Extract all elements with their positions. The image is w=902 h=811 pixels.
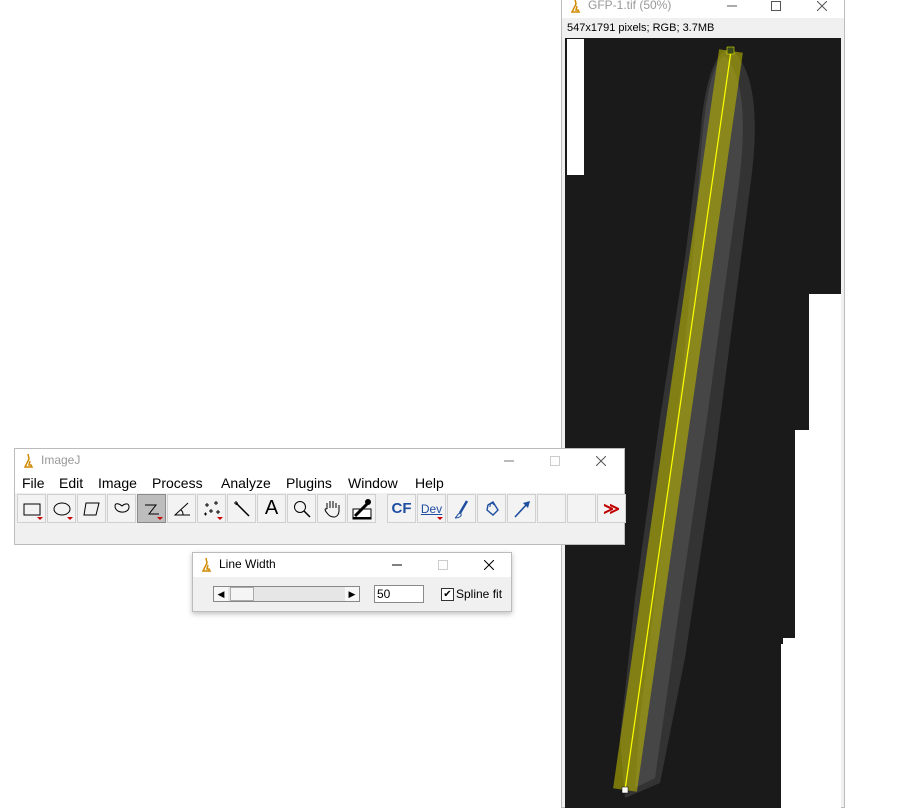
- image-blank-patch: [567, 39, 584, 175]
- close-icon: [484, 560, 494, 570]
- imagej-window: ImageJ File Edit Image Process Analyze P…: [14, 448, 626, 545]
- empty-tool-1[interactable]: [537, 494, 566, 523]
- image-window: GFP-1.tif (50%) 547x1791 pixels; RGB; 3.…: [561, 0, 845, 808]
- maximize-icon: [771, 1, 781, 11]
- angle-tool[interactable]: [167, 494, 196, 523]
- image-info: 547x1791 pixels; RGB; 3.7MB: [567, 22, 715, 34]
- maximize-button: [423, 553, 463, 577]
- menubar: File Edit Image Process Analyze Plugins …: [15, 473, 624, 493]
- imagej-titlebar[interactable]: ImageJ: [15, 449, 624, 473]
- arrow-tool[interactable]: [507, 494, 536, 523]
- angle-tool-icon: [173, 502, 190, 515]
- minimize-button[interactable]: [712, 0, 752, 18]
- menu-process[interactable]: Process: [152, 475, 203, 491]
- line-width-slider[interactable]: ◀ ▶: [213, 586, 360, 602]
- minimize-icon: [727, 5, 737, 7]
- line-width-titlebar[interactable]: Line Width: [193, 553, 511, 577]
- menu-help[interactable]: Help: [415, 475, 444, 491]
- image-canvas-svg[interactable]: [565, 38, 841, 808]
- close-button[interactable]: [469, 553, 509, 577]
- dev-tool[interactable]: Dev: [417, 494, 446, 523]
- imagej-microscope-icon: [23, 453, 34, 468]
- maximize-icon: [550, 456, 560, 466]
- spline-fit-label: Spline fit: [456, 587, 503, 601]
- image-window-titlebar[interactable]: GFP-1.tif (50%): [562, 0, 844, 18]
- point-tool[interactable]: [197, 494, 226, 523]
- rectangle-tool-icon: [23, 503, 40, 515]
- brush-tool-icon: [454, 499, 468, 518]
- imagej-microscope-icon: [201, 557, 212, 572]
- wand-tool[interactable]: [227, 494, 256, 523]
- hand-tool[interactable]: [317, 494, 346, 523]
- image-window-title: GFP-1.tif (50%): [588, 0, 672, 12]
- rectangle-tool[interactable]: [17, 494, 46, 523]
- color-picker-tool-icon: [352, 498, 371, 519]
- oval-tool-icon: [53, 502, 70, 515]
- arrow-tool-icon: [513, 500, 530, 518]
- menu-analyze[interactable]: Analyze: [221, 475, 271, 491]
- polygon-tool-icon: [82, 502, 100, 515]
- text-tool[interactable]: A: [257, 494, 286, 523]
- line-width-dialog: Line Width ◀ ▶ 50 ✔ Spline fit: [192, 552, 512, 612]
- close-icon: [596, 456, 606, 466]
- minimize-button[interactable]: [377, 553, 417, 577]
- menu-file[interactable]: File: [22, 475, 45, 491]
- slider-left-arrow-icon[interactable]: ◀: [214, 587, 228, 601]
- maximize-button: [535, 449, 575, 473]
- magnifier-tool[interactable]: [287, 494, 316, 523]
- menu-window[interactable]: Window: [348, 475, 398, 491]
- close-icon: [817, 1, 827, 11]
- text-tool-icon: A: [264, 497, 279, 519]
- hand-tool-icon: [324, 500, 339, 518]
- minimize-icon: [504, 460, 514, 462]
- more-tools-button[interactable]: ≫: [597, 494, 626, 523]
- menu-edit[interactable]: Edit: [59, 475, 83, 491]
- cf-tool-label: CF: [391, 500, 412, 517]
- slider-right-arrow-icon[interactable]: ▶: [345, 587, 359, 601]
- oval-tool[interactable]: [47, 494, 76, 523]
- brush-tool[interactable]: [447, 494, 476, 523]
- line-width-input[interactable]: 50: [374, 585, 424, 603]
- freehand-tool[interactable]: [107, 494, 136, 523]
- menu-image[interactable]: Image: [98, 475, 137, 491]
- flood-fill-tool[interactable]: [477, 494, 506, 523]
- image-canvas[interactable]: [565, 38, 841, 808]
- slider-thumb[interactable]: [230, 587, 254, 601]
- spline-fit-checkbox[interactable]: ✔: [441, 588, 454, 601]
- point-tool-icon: [203, 500, 220, 515]
- magnifier-tool-icon: [293, 500, 311, 518]
- dev-tool-label: Dev: [420, 501, 443, 516]
- polygon-tool[interactable]: [77, 494, 106, 523]
- selection-handle-top[interactable]: [726, 46, 735, 55]
- maximize-button[interactable]: [756, 0, 796, 18]
- segmented-line-tool[interactable]: [137, 494, 166, 523]
- more-tools-icon: ≫: [603, 500, 620, 518]
- wand-tool-icon: [233, 500, 250, 517]
- empty-tool-2[interactable]: [567, 494, 596, 523]
- maximize-icon: [438, 560, 448, 570]
- line-width-title: Line Width: [219, 557, 276, 571]
- minimize-icon: [392, 564, 402, 566]
- imagej-title: ImageJ: [41, 453, 81, 467]
- selection-handle-bottom[interactable]: [621, 786, 629, 794]
- toolbar: A CF Dev ≫: [17, 494, 626, 524]
- close-button[interactable]: [802, 0, 842, 18]
- menu-plugins[interactable]: Plugins: [286, 475, 332, 491]
- color-picker-tool[interactable]: [347, 494, 376, 523]
- freehand-tool-icon: [113, 502, 130, 513]
- cf-tool[interactable]: CF: [387, 494, 416, 523]
- imagej-microscope-icon: [570, 0, 581, 13]
- flood-fill-tool-icon: [485, 500, 499, 516]
- segmented-line-tool-icon: [144, 504, 159, 514]
- close-button[interactable]: [581, 449, 621, 473]
- minimize-button[interactable]: [489, 449, 529, 473]
